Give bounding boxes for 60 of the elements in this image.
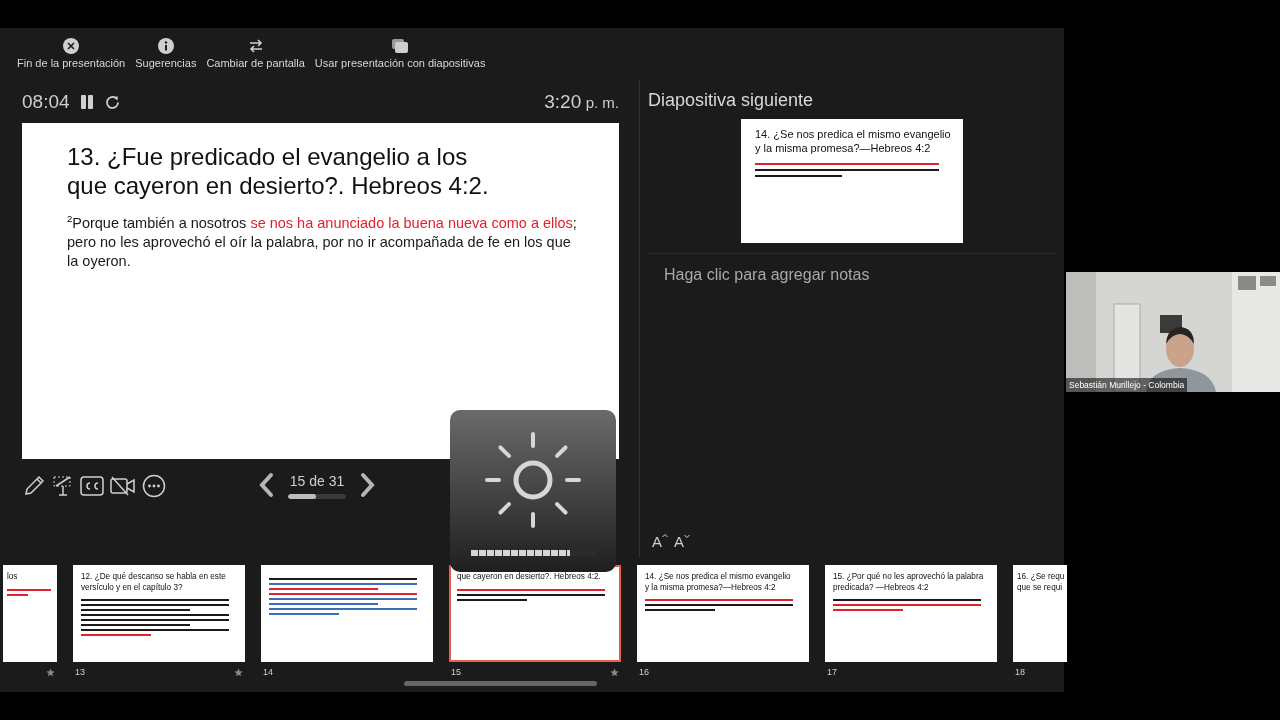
slide-number: 16 [639,667,649,677]
more-icon[interactable] [142,474,166,498]
toolbar-button[interactable]: Sugerencias [135,38,197,80]
progress-bar [288,494,346,499]
next-slide-heading: Diapositiva siguiente [648,90,815,111]
star-icon[interactable] [610,667,619,677]
text-lines-drawing [7,588,53,596]
slide-counter: 15 de 31 [289,473,345,489]
participant-name: Sebastián Murillejo - Colombia [1066,378,1188,392]
slides-icon [391,38,410,54]
slide-thumbnail[interactable] [261,565,433,662]
swap-icon [247,38,264,54]
slide-title: 16. ¿Se requ [1017,572,1063,583]
caret-up-icon [662,533,668,539]
slide-thumbnail[interactable]: 12. ¿De qué descanso se habla en este versículo y en el capítulo 3? [73,565,245,662]
slide-thumbnail[interactable]: que cayeron en desierto?. Hebreos 4:2. [449,565,621,662]
slide-title: que se requi [1017,582,1063,594]
restart-icon[interactable] [103,93,121,111]
slide-thumbnail[interactable]: 14. ¿Se nos predica el mismo evangelio y la misma promesa?—Hebreos 4:2 [637,565,809,662]
info-icon [157,38,174,54]
slide-title: 12. ¿De qué descanso se habla en este [81,572,227,583]
slide-title: y la misma promesa?—Hebreos 4:2 [755,141,932,156]
star-icon[interactable] [234,667,243,677]
slide-title: y la misma promesa?—Hebreos 4:2 [645,582,777,594]
toolbar-button[interactable]: Usar presentación con diapositivas [314,38,486,80]
slide-number: 14 [263,667,273,677]
pen-icon[interactable] [22,474,46,498]
captions-icon[interactable] [80,475,104,497]
slide-title: predicada? —Hebreos 4:2 [833,582,930,594]
sun-icon [485,432,581,528]
slide-title: 13. ¿Fue predicado el evangelio a los [67,143,469,172]
laser-pointer-icon[interactable] [52,474,74,498]
font-increase-button[interactable]: A [652,533,668,550]
slide-number: 13 [75,667,85,677]
elapsed-timer: 08:04 [22,91,70,113]
slide-title: 14. ¿Se nos predica el mismo evangelio [645,572,792,583]
slide-number: 18 [1015,667,1025,677]
slide-title: que cayeron en desierto?. Hebreos 4:2. [457,572,602,583]
star-icon[interactable] [46,667,55,677]
slide-title: los [7,572,19,583]
caret-down-icon [684,533,691,539]
slide-thumbnail[interactable]: 16. ¿Se requ que se requi [1013,565,1067,662]
slide-text: $^{2}$Porque también a nosotros se nos ha anunciado la buena nueva como a ellos; pero no les aprovechó el oír la palabra, por no ir acompañada de fe en los que la oyeron. [67,212,578,271]
slide-thumbnail[interactable]: 15. ¿Por qué no les aprovechó la palabra predicada? —Hebreos 4:2 [825,565,997,662]
slide-title: 15. ¿Por qué no les aprovechó la palabra [833,572,985,583]
slide-title: versículo y en el capítulo 3? [81,582,184,594]
pause-icon[interactable] [79,94,94,110]
camera-off-icon[interactable] [110,475,136,497]
close-icon [63,38,80,54]
font-decrease-button[interactable]: A [674,533,691,550]
current-time: 3:20 p. m. [544,91,619,113]
slide-number: 15 [451,667,461,677]
notes-field[interactable]: Haga clic para agregar notas [648,254,1056,533]
slide-thumbnail[interactable]: los [3,565,57,662]
slide-number: 17 [827,667,837,677]
toolbar-button[interactable]: Cambiar de pantalla [206,38,305,80]
slide-title: 14. ¿Se nos predica el mismo evangelio [755,127,949,142]
toolbar-button[interactable]: Fin de la presentación [17,38,126,80]
slide-title: que cayeron en desierto?. Hebreos 4:2. [67,171,490,201]
scrollbar[interactable] [404,681,597,686]
